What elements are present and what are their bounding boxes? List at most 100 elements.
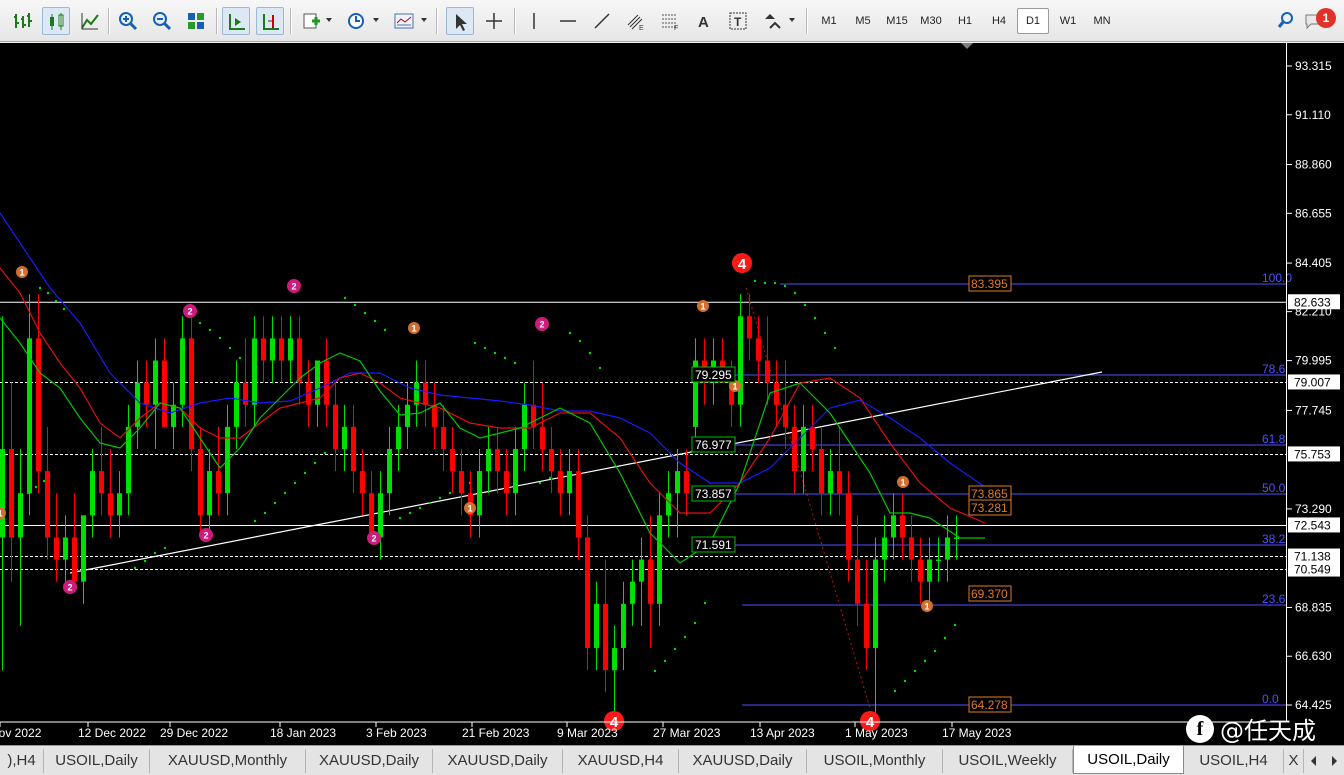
chart-shift-icon[interactable] — [256, 7, 284, 35]
fib-price-text: 71.591 — [695, 538, 732, 552]
tab-usoil-daily[interactable]: USOIL,Daily — [44, 749, 150, 773]
tab-xauusd-daily-3[interactable]: XAUUSD,Daily — [679, 749, 807, 773]
candle-bull — [81, 515, 86, 582]
tab-scroll-arrows[interactable] — [1306, 750, 1342, 772]
zoom-in-icon[interactable] — [114, 7, 142, 35]
candle-bear — [351, 426, 356, 472]
level-price-text: 64.278 — [971, 698, 1008, 712]
timeframe-m1[interactable]: M1 — [813, 8, 845, 34]
equidistant-channel-icon[interactable]: E — [622, 7, 650, 35]
sar-dot — [62, 307, 66, 311]
vertical-line-icon[interactable] — [520, 7, 548, 35]
candle-bear — [297, 338, 302, 383]
tab-xauusd-monthly[interactable]: XAUUSD,Monthly — [150, 749, 306, 773]
candle-bear — [792, 426, 797, 472]
candle-bear — [360, 471, 365, 494]
tile-windows-icon[interactable] — [182, 7, 210, 35]
sar-dot — [54, 299, 58, 303]
autoscroll-icon[interactable] — [222, 7, 250, 35]
indicators-icon[interactable] — [298, 7, 326, 35]
sar-dot — [448, 491, 452, 495]
candle-bull — [639, 559, 644, 582]
sar-dot — [42, 479, 46, 483]
timeframe-m15[interactable]: M15 — [881, 8, 913, 34]
cursor-icon[interactable] — [446, 7, 474, 35]
timeframe-h1[interactable]: H1 — [949, 8, 981, 34]
candle-bear — [216, 471, 221, 494]
facebook-icon: f — [1186, 714, 1214, 743]
search-icon[interactable] — [1272, 7, 1300, 35]
notification-badge[interactable]: 1 — [1316, 8, 1336, 28]
candle-bull — [954, 537, 959, 539]
wave-label: 1 — [900, 478, 905, 488]
sar-dot — [598, 366, 602, 370]
timeframe-w1[interactable]: W1 — [1052, 8, 1084, 34]
price-label: 88.860 — [1295, 158, 1332, 172]
chart-tabs: ),H4 USOIL,Daily XAUUSD,Monthly XAUUSD,D… — [0, 745, 1344, 775]
watermark-text: @任天成 — [1220, 717, 1316, 745]
sar-dot — [133, 566, 137, 570]
fib-price-text: 73.857 — [695, 487, 732, 501]
tab-partial-h4[interactable]: ),H4 — [0, 749, 44, 773]
sar-dot — [46, 291, 50, 295]
text-label-icon[interactable]: T — [724, 7, 752, 35]
sar-dot — [588, 351, 592, 355]
tab-xauusd-daily-2[interactable]: XAUUSD,Daily — [433, 749, 563, 773]
timeframe-h4[interactable]: H4 — [983, 8, 1015, 34]
bar-chart-icon[interactable] — [8, 7, 36, 35]
tab-usoil-h4[interactable]: USOIL,H4 — [1184, 749, 1284, 773]
main-toolbar: E F A T M1 M5 M15 M30 H1 H4 D1 W1 MN 1 — [0, 0, 1344, 42]
chart-area[interactable]: 100.078.661.850.038.223.60.0 11222221121… — [0, 43, 1344, 745]
price-highlight-label: 75.753 — [1294, 447, 1331, 461]
timeframe-d1[interactable]: D1 — [1017, 8, 1049, 34]
price-label: 64.425 — [1295, 698, 1332, 712]
tab-partial-x[interactable]: X — [1284, 749, 1304, 773]
timeframe-m5[interactable]: M5 — [847, 8, 879, 34]
wave-label: 1 — [19, 268, 24, 278]
price-chart: 100.078.661.850.038.223.60.0 11222221121… — [0, 43, 1340, 740]
text-icon[interactable]: A — [690, 7, 718, 35]
candle-bull — [0, 448, 5, 538]
candle-bull — [828, 471, 833, 494]
candle-bull — [882, 537, 887, 560]
horizontal-line-icon[interactable] — [554, 7, 582, 35]
trendline-icon[interactable] — [588, 7, 616, 35]
templates-icon[interactable] — [390, 7, 418, 35]
candlestick-chart-icon[interactable] — [42, 7, 70, 35]
tab-usoil-weekly[interactable]: USOIL,Weekly — [943, 749, 1073, 773]
price-highlight-label: 79.007 — [1294, 375, 1331, 389]
candle-bear — [819, 448, 824, 494]
candle-bear — [9, 448, 14, 538]
fib-level-label: 61.8 — [1262, 432, 1286, 446]
sar-dot — [418, 506, 422, 510]
date-label: 9 Mar 2023 — [557, 726, 618, 740]
tab-xauusd-h4[interactable]: XAUUSD,H4 — [563, 749, 679, 773]
timeframe-mn[interactable]: MN — [1086, 8, 1118, 34]
candle-bear — [198, 448, 203, 516]
sar-dot — [343, 296, 347, 300]
tab-xauusd-daily[interactable]: XAUUSD,Daily — [306, 749, 433, 773]
arrows-icon[interactable] — [758, 7, 786, 35]
sar-dot — [38, 286, 42, 290]
timeframe-m30[interactable]: M30 — [915, 8, 947, 34]
periods-clock-icon[interactable] — [342, 7, 370, 35]
fibonacci-icon[interactable]: F — [656, 7, 684, 35]
tab-usoil-daily-active[interactable]: USOIL,Daily — [1073, 746, 1184, 774]
sar-dot — [503, 356, 507, 360]
level-price-text: 73.865 — [971, 487, 1008, 501]
candle-bear — [99, 471, 104, 494]
candle-bull — [936, 559, 941, 562]
sar-dot — [438, 496, 442, 500]
candle-bear — [369, 493, 374, 538]
candle-bear — [558, 471, 563, 494]
sar-dot — [208, 328, 212, 332]
line-chart-icon[interactable] — [76, 7, 104, 35]
crosshair-icon[interactable] — [480, 7, 508, 35]
sar-dot — [653, 669, 657, 673]
sar-dot — [408, 511, 412, 515]
candle-bull — [126, 426, 131, 494]
date-label: 3 Feb 2023 — [366, 726, 427, 740]
zoom-out-icon[interactable] — [148, 7, 176, 35]
tab-usoil-monthly[interactable]: USOIL,Monthly — [807, 749, 943, 773]
sar-dot — [803, 303, 807, 307]
